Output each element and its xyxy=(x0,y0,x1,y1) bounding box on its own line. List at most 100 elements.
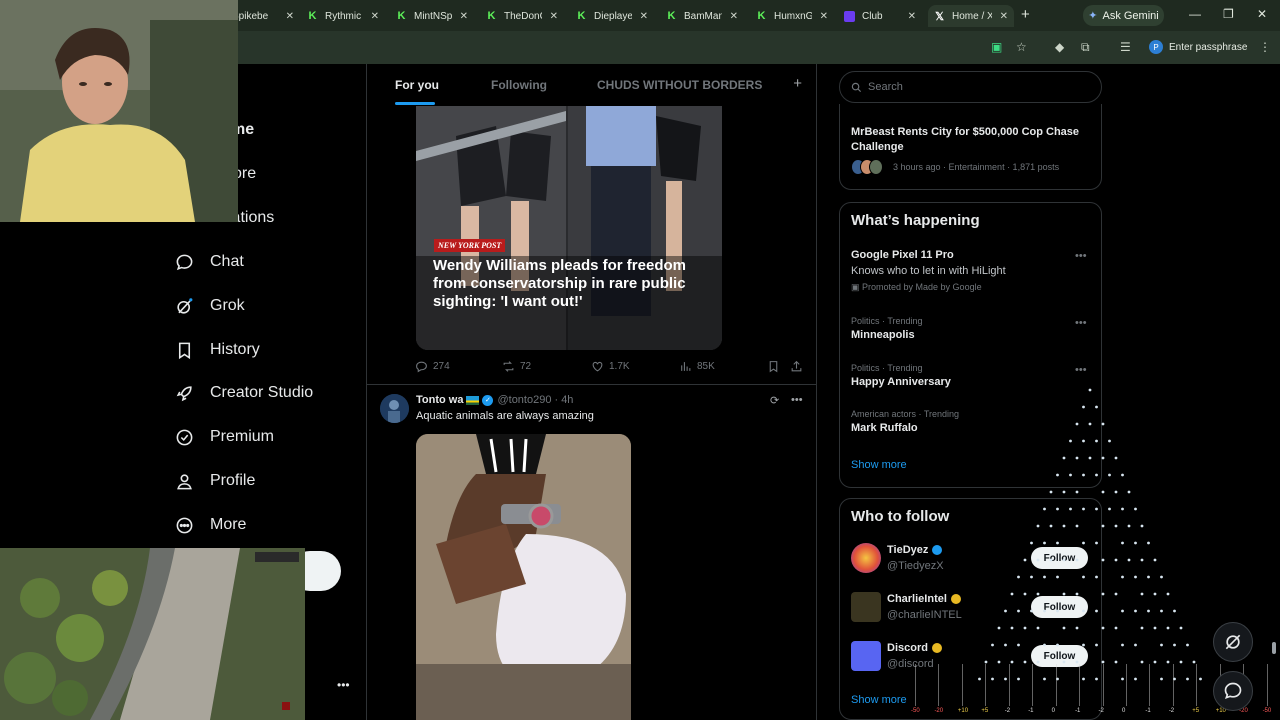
overlay-dot xyxy=(1186,643,1189,647)
close-window-icon[interactable]: ✕ xyxy=(1257,7,1267,21)
search-icon xyxy=(851,82,862,92)
grok-icon xyxy=(174,296,194,316)
overlay-dot xyxy=(1140,626,1144,630)
overlay-dot xyxy=(1160,575,1163,579)
trend-more-icon[interactable]: ••• xyxy=(1075,364,1087,376)
trend-more-icon[interactable]: ••• xyxy=(1075,250,1087,262)
eq-label: 0 xyxy=(1121,708,1126,714)
overlay-dot xyxy=(1153,626,1157,630)
nav-creator-studio[interactable]: Creator Studio xyxy=(174,383,313,403)
bookmark-star-icon[interactable]: ☆ xyxy=(1016,40,1027,54)
card-headline: Wendy Williams pleads for freedom from c… xyxy=(433,257,686,310)
eq-label: -2 xyxy=(1004,708,1011,714)
browser-tab-active[interactable]: 𝕏 Home / X ✕ xyxy=(928,5,1014,27)
x-icon: 𝕏 xyxy=(935,10,944,23)
close-tab-icon[interactable]: ✕ xyxy=(460,11,468,22)
avatar[interactable] xyxy=(851,543,881,573)
nav-premium[interactable]: Premium xyxy=(174,427,274,447)
trend-item[interactable]: Google Pixel 11 Pro Knows who to let in … xyxy=(851,249,1006,293)
account-menu-icon[interactable]: ••• xyxy=(337,678,350,692)
search-input[interactable]: Search xyxy=(839,71,1102,103)
trend-item[interactable]: Politics · Trending Minneapolis xyxy=(851,316,923,341)
follow-suggestion[interactable]: TieDyez @TiedyezX Follow xyxy=(851,543,1091,575)
browser-tab[interactable]: K Dieplaye ✕ xyxy=(576,5,648,27)
reading-list-icon[interactable]: ☰ xyxy=(1120,40,1131,54)
ask-gemini-button[interactable]: ✦ Ask Gemini xyxy=(1083,5,1164,26)
flag-icon xyxy=(466,395,480,405)
browser-tab[interactable]: K BamMan ✕ xyxy=(666,5,738,27)
tab-for-you[interactable]: For you xyxy=(395,78,439,92)
show-more-trends-link[interactable]: Show more xyxy=(851,459,907,471)
avatar[interactable] xyxy=(851,641,881,671)
close-tab-icon[interactable]: ✕ xyxy=(1000,11,1008,22)
overlay-dot xyxy=(1101,490,1105,494)
post-video[interactable] xyxy=(416,434,631,720)
nav-chat[interactable]: Chat xyxy=(174,252,244,272)
post-more-icon[interactable]: ••• xyxy=(791,394,803,406)
overlay-dot xyxy=(1062,490,1066,494)
profile-passphrase-button[interactable]: P Enter passphrase xyxy=(1149,38,1247,56)
eq-bar xyxy=(1172,664,1174,706)
new-tab-icon[interactable]: + xyxy=(1021,6,1030,23)
author-name[interactable]: Tonto wa xyxy=(416,394,463,406)
browser-tab[interactable]: Club ✕ xyxy=(844,5,916,27)
close-tab-icon[interactable]: ✕ xyxy=(286,11,294,22)
close-tab-icon[interactable]: ✕ xyxy=(908,11,916,22)
avatar[interactable] xyxy=(851,592,881,622)
extension-diamond-icon[interactable]: ◆ xyxy=(1055,40,1064,54)
share-button[interactable] xyxy=(790,360,808,373)
scrollbar-thumb[interactable] xyxy=(1272,642,1276,654)
security-camera-overlay xyxy=(0,548,305,720)
news-headline[interactable]: MrBeast Rents City for $500,000 Cop Chas… xyxy=(851,125,1091,155)
author-handle[interactable]: @tonto290 xyxy=(497,394,551,406)
install-app-icon[interactable]: ▣ xyxy=(991,40,1002,54)
browser-tab[interactable]: Spikebeeo ✕ xyxy=(232,5,294,27)
verified-badge-icon xyxy=(932,545,943,555)
nav-history[interactable]: History xyxy=(174,340,260,360)
browser-tab[interactable]: K HumxnG ✕ xyxy=(756,5,828,27)
minimize-icon[interactable]: — xyxy=(1189,7,1201,21)
eq-label: -1 xyxy=(1145,708,1151,714)
close-tab-icon[interactable]: ✕ xyxy=(820,11,828,22)
scrollbar[interactable] xyxy=(1270,64,1278,720)
eq-bar xyxy=(1196,664,1198,706)
close-tab-icon[interactable]: ✕ xyxy=(550,11,558,22)
follow-suggestion[interactable]: CharlieIntel @charlieINTEL Follow xyxy=(851,592,1091,624)
post-image[interactable]: NEW YORK POST Wendy Williams pleads for … xyxy=(416,106,722,350)
nav-profile[interactable]: Profile xyxy=(174,471,255,491)
grok-fab-button[interactable] xyxy=(1213,622,1253,662)
close-tab-icon[interactable]: ✕ xyxy=(371,11,379,22)
browser-menu-icon[interactable]: ⋮ xyxy=(1259,40,1271,54)
nav-more[interactable]: More xyxy=(174,515,246,535)
browser-tab[interactable]: K MintNSp ✕ xyxy=(396,5,468,27)
bookmark-button[interactable] xyxy=(767,360,785,373)
overlay-dot xyxy=(1153,592,1157,596)
maximize-icon[interactable]: ❐ xyxy=(1223,7,1234,21)
views-button[interactable]: 85K xyxy=(679,360,715,373)
verified-gold-badge-icon xyxy=(950,594,961,604)
follow-button[interactable]: Follow xyxy=(1031,596,1088,618)
tab-chuds-without-borders[interactable]: CHUDS WITHOUT BORDERS xyxy=(597,78,762,92)
repost-button[interactable]: 72 xyxy=(502,360,531,373)
trend-item[interactable]: Politics · Trending Happy Anniversary xyxy=(851,363,951,388)
browser-tab[interactable]: K Rythmic ✕ xyxy=(307,5,379,27)
follow-button[interactable]: Follow xyxy=(1031,547,1088,569)
close-tab-icon[interactable]: ✕ xyxy=(640,11,648,22)
reply-button[interactable]: 274 xyxy=(415,360,450,373)
trend-item[interactable]: American actors · Trending Mark Ruffalo xyxy=(851,409,959,434)
browser-tab[interactable]: K TheDonC ✕ xyxy=(486,5,558,27)
like-button[interactable]: 1.7K xyxy=(591,360,630,373)
eq-bar xyxy=(1266,664,1268,706)
nav-grok[interactable]: Grok xyxy=(174,296,245,316)
tab-following[interactable]: Following xyxy=(491,78,547,92)
k-icon: K xyxy=(397,10,406,22)
avatar[interactable] xyxy=(380,394,409,423)
close-tab-icon[interactable]: ✕ xyxy=(730,11,738,22)
trend-more-icon[interactable]: ••• xyxy=(1075,317,1087,329)
extensions-icon[interactable]: ⧉ xyxy=(1081,40,1090,55)
show-more-follow-link[interactable]: Show more xyxy=(851,694,907,706)
grok-explain-icon[interactable]: ⟳ xyxy=(770,394,779,407)
overlay-dot xyxy=(1101,558,1105,562)
add-tab-icon[interactable]: + xyxy=(793,75,802,92)
messages-fab-button[interactable] xyxy=(1213,671,1253,711)
